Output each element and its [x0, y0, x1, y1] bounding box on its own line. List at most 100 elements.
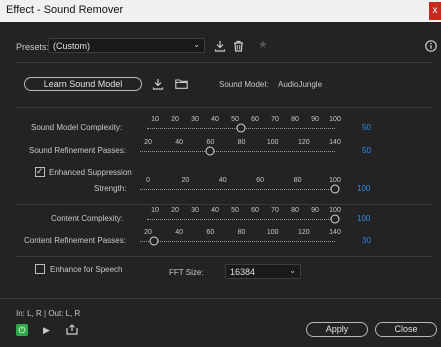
enhance-for-speech-label: Enhance for Speech	[50, 265, 123, 274]
slider-tick-label: 40	[211, 207, 219, 214]
content-refinement-passes-slider[interactable]: 20 40 60 80 100 120 140	[140, 229, 341, 249]
sound-refinement-passes-label: Sound Refinement Passes:	[29, 146, 126, 155]
slider-tick-label: 100	[266, 229, 279, 236]
presets-value: (Custom)	[53, 41, 91, 51]
slider-track[interactable]	[140, 151, 335, 152]
slider-tick-label: 70	[271, 207, 279, 214]
io-routing-text: In: L, R | Out: L, R	[16, 309, 81, 318]
export-icon[interactable]	[66, 324, 78, 338]
star-icon[interactable]: ★	[258, 40, 268, 51]
slider-tick-label: 60	[251, 116, 259, 123]
slider-tick-label: 100	[329, 207, 341, 214]
presets-dropdown[interactable]: (Custom) ⌄	[48, 38, 205, 53]
strength-value[interactable]: 100	[357, 184, 370, 193]
slider-tick-label: 80	[291, 116, 299, 123]
slider-ticks: 0 20 40 60 80 100	[140, 177, 341, 186]
slider-tick-label: 30	[191, 207, 199, 214]
slider-tick-label: 20	[144, 229, 152, 236]
slider-tick-label: 0	[146, 177, 150, 184]
slider-tick-label: 20	[181, 177, 190, 184]
close-window-button[interactable]: x	[429, 2, 441, 20]
slider-tick-label: 30	[191, 116, 199, 123]
learn-sound-model-button[interactable]: Learn Sound Model	[24, 77, 142, 91]
slider-tick-label: 120	[297, 139, 310, 146]
slider-thumb[interactable]	[236, 123, 246, 133]
power-icon[interactable]: ⏻	[16, 324, 28, 336]
slider-thumb[interactable]	[330, 184, 340, 194]
sound-model-label: Sound Model:	[219, 80, 269, 89]
slider-tick-label: 100	[329, 116, 341, 123]
slider-tick-label: 40	[211, 116, 219, 123]
slider-tick-label: 80	[237, 139, 246, 146]
sound-model-value: AudioJungle	[278, 80, 323, 89]
content-complexity-value[interactable]: 100	[357, 214, 370, 223]
chevron-down-icon: ⌄	[193, 40, 200, 49]
slider-tick-label: 60	[206, 139, 215, 146]
slider-ticks: 10 20 30 40 50 60 70 80 90 100	[147, 207, 341, 216]
slider-tick-label: 60	[206, 229, 215, 236]
slider-tick-label: 60	[256, 177, 265, 184]
title-bar: Effect - Sound Remover x	[0, 0, 441, 22]
slider-tick-label: 40	[175, 139, 184, 146]
strength-label: Strength:	[94, 184, 127, 193]
slider-tick-label: 20	[171, 116, 179, 123]
sound-refinement-passes-value[interactable]: 50	[362, 146, 371, 155]
slider-tick-label: 90	[311, 207, 319, 214]
slider-thumb[interactable]	[205, 146, 215, 156]
slider-tick-label: 80	[291, 207, 299, 214]
slider-track[interactable]	[140, 241, 335, 242]
info-icon[interactable]	[425, 40, 437, 55]
enhanced-suppression-checkbox[interactable]	[35, 166, 45, 177]
sound-model-complexity-slider[interactable]: 10 20 30 40 50 60 70 80 90 100	[147, 116, 341, 136]
slider-ticks: 20 40 60 80 100 120 140	[140, 229, 341, 238]
slider-track[interactable]	[140, 189, 335, 190]
slider-track[interactable]	[147, 219, 335, 220]
folder-icon[interactable]	[175, 79, 188, 92]
slider-tick-label: 10	[151, 116, 159, 123]
enhanced-suppression-label: Enhanced Suppression	[49, 168, 132, 177]
divider	[16, 256, 432, 257]
slider-tick-label: 80	[293, 177, 302, 184]
slider-tick-label: 20	[171, 207, 179, 214]
slider-tick-label: 140	[329, 139, 341, 146]
divider	[16, 107, 432, 108]
slider-tick-label: 100	[266, 139, 279, 146]
sound-model-complexity-value[interactable]: 50	[362, 123, 371, 132]
slider-tick-label: 40	[175, 229, 184, 236]
apply-button[interactable]: Apply	[306, 322, 368, 337]
play-icon[interactable]: ▶	[43, 325, 50, 336]
download-icon[interactable]	[214, 40, 226, 55]
content-refinement-passes-label: Content Refinement Passes:	[24, 236, 126, 245]
slider-thumb[interactable]	[330, 214, 340, 224]
sound-refinement-passes-slider[interactable]: 20 40 60 80 100 120 140	[140, 139, 341, 159]
slider-tick-label: 100	[329, 177, 341, 184]
sound-model-complexity-label: Sound Model Complexity:	[31, 123, 123, 132]
slider-thumb[interactable]	[149, 236, 159, 246]
slider-tick-label: 140	[329, 229, 341, 236]
fft-size-label: FFT Size:	[169, 268, 204, 277]
content-complexity-label: Content Complexity:	[51, 214, 124, 223]
divider	[0, 298, 441, 299]
slider-tick-label: 90	[311, 116, 319, 123]
slider-tick-label: 60	[251, 207, 259, 214]
content-refinement-passes-value[interactable]: 30	[362, 236, 371, 245]
slider-tick-label: 50	[231, 207, 239, 214]
slider-tick-label: 10	[151, 207, 159, 214]
enhance-for-speech-checkbox[interactable]	[35, 264, 45, 274]
content-complexity-slider[interactable]: 10 20 30 40 50 60 70 80 90 100	[147, 207, 341, 227]
slider-tick-label: 70	[271, 116, 279, 123]
slider-tick-label: 80	[237, 229, 246, 236]
fft-size-dropdown[interactable]: 16384 ⌄	[225, 264, 301, 279]
slider-tick-label: 20	[144, 139, 152, 146]
download-icon[interactable]	[152, 78, 164, 93]
slider-tick-label: 40	[218, 177, 227, 184]
presets-label: Presets:	[16, 42, 50, 52]
slider-tick-label: 120	[297, 229, 310, 236]
chevron-down-icon: ⌄	[289, 266, 296, 275]
slider-tick-label: 50	[231, 116, 239, 123]
strength-slider[interactable]: 0 20 40 60 80 100	[140, 177, 341, 197]
fft-size-value: 16384	[230, 267, 256, 277]
trash-icon[interactable]	[233, 40, 244, 55]
divider	[16, 62, 432, 63]
close-button[interactable]: Close	[375, 322, 437, 337]
